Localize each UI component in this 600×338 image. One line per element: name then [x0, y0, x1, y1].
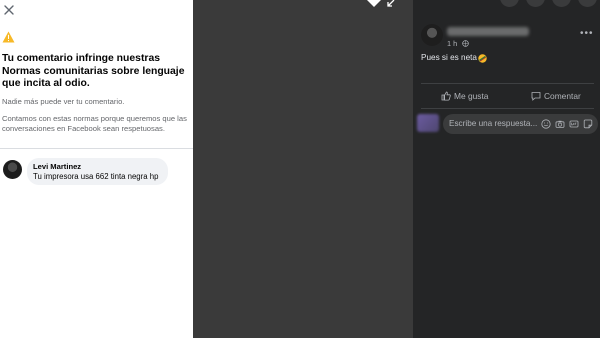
post-timestamp[interactable]: 1 h [447, 39, 457, 48]
divider [0, 148, 193, 149]
camera-icon[interactable] [555, 119, 565, 129]
avatar [3, 160, 22, 179]
comments-panel [413, 0, 600, 338]
author-name-redacted[interactable] [447, 27, 529, 36]
comment-text: Tu impresora usa 662 tinta negra hp [33, 172, 159, 181]
reply-input[interactable]: Escribe una respuesta... [443, 114, 598, 134]
close-icon[interactable] [2, 3, 16, 17]
avatar[interactable] [421, 24, 443, 46]
notice-visibility-text: Nadie más puede ver tu comentario. [2, 97, 125, 106]
reply-placeholder: Escribe una respuesta... [449, 119, 538, 128]
photo-viewer [193, 0, 413, 338]
gif-icon[interactable] [569, 119, 579, 129]
divider [421, 108, 594, 109]
like-button[interactable]: Me gusta [441, 88, 488, 104]
heart-icon[interactable] [366, 0, 382, 8]
globe-icon [462, 40, 469, 47]
divider [421, 83, 594, 84]
comment-author: Levi Martinez [33, 162, 82, 171]
post-text: Pues si es neta [421, 53, 477, 62]
emoji-icon [478, 54, 487, 63]
comment-icon [531, 92, 541, 101]
notice-reason-text: Contamos con estas normas porque queremo… [2, 114, 187, 133]
smiley-icon[interactable] [541, 119, 551, 129]
more-options-icon[interactable]: ••• [580, 29, 594, 39]
warning-icon [2, 31, 15, 43]
thumbs-up-icon [441, 91, 451, 101]
comment-label: Comentar [544, 91, 581, 101]
comment-button[interactable]: Comentar [531, 88, 581, 104]
avatar [417, 114, 439, 132]
comment-bubble: Levi Martinez Tu impresora usa 662 tinta… [27, 158, 168, 185]
notice-title: Tu comentario infringe nuestras Normas c… [2, 53, 185, 89]
moderation-notice-panel: Tu comentario infringe nuestras Normas c… [0, 0, 193, 338]
like-label: Me gusta [454, 91, 489, 101]
sticker-icon[interactable] [583, 119, 593, 129]
expand-icon[interactable] [386, 0, 396, 8]
